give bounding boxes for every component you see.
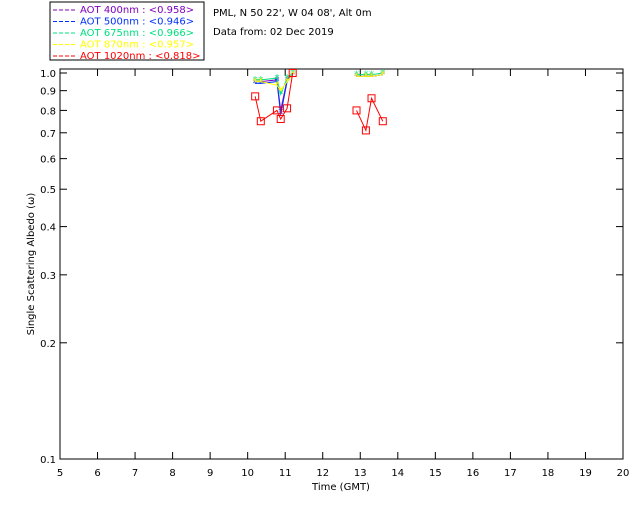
plot-frame — [59, 68, 624, 460]
legend-entry: AOT 1020nm : <0.818> — [80, 51, 200, 62]
data-point: * — [369, 71, 374, 82]
y-tick-label: 0.2 — [40, 339, 56, 350]
x-tick-label: 9 — [207, 468, 213, 479]
x-tick-label: 10 — [241, 468, 254, 479]
y-tick-label: 0.7 — [40, 129, 56, 140]
x-tick-label: 18 — [542, 468, 555, 479]
y-tick-label: 1.0 — [40, 69, 56, 80]
data-point: * — [278, 86, 283, 97]
x-tick-label: 6 — [94, 468, 100, 479]
y-tick-label: 0.5 — [40, 185, 56, 196]
legend-entry: AOT 500nm : <0.946> — [80, 17, 194, 28]
y-axis-label: Single Scattering Albedo (ω) — [26, 193, 37, 336]
y-tick-label: 0.8 — [40, 106, 56, 117]
chart: AOT 400nm : <0.958> AOT 500nm : <0.946> AO… — [0, 0, 640, 512]
x-tick-label: 15 — [429, 468, 442, 479]
legend-entry: AOT 675nm : <0.966> — [80, 28, 194, 39]
date-label: Data from: 02 Dec 2019 — [213, 27, 334, 38]
site-label: PML, N 50 22', W 04 08', Alt 0m — [213, 8, 372, 19]
y-tick-label: 0.3 — [40, 271, 56, 282]
data-point: * — [285, 77, 290, 88]
data-point: * — [253, 77, 258, 88]
y-tick-label: 0.9 — [40, 87, 56, 98]
x-tick-label: 17 — [504, 468, 517, 479]
data-point: * — [380, 70, 385, 81]
data-point: * — [363, 71, 368, 82]
data-point: * — [354, 71, 359, 82]
x-tick-label: 14 — [391, 468, 404, 479]
legend-entry: AOT 870nm : <0.957> — [80, 40, 194, 51]
x-tick-label: 7 — [132, 468, 138, 479]
y-tick-label: 0.4 — [40, 223, 56, 234]
legend-entry: AOT 400nm : <0.958> — [80, 5, 194, 16]
x-tick-label: 20 — [617, 468, 630, 479]
x-tick-label: 12 — [316, 468, 329, 479]
x-tick-label: 19 — [579, 468, 592, 479]
y-tick-label: 0.6 — [40, 155, 56, 166]
data-point: * — [258, 77, 263, 88]
chart-svg: AOT 400nm : <0.958>AOT 500nm : <0.946>AO… — [26, 1, 630, 493]
x-tick-label: 8 — [169, 468, 175, 479]
x-tick-label: 13 — [354, 468, 367, 479]
x-tick-label: 5 — [57, 468, 63, 479]
y-tick-label: 0.1 — [40, 455, 56, 466]
x-axis-label: Time (GMT) — [311, 482, 370, 493]
x-tick-label: 16 — [466, 468, 479, 479]
x-tick-label: 11 — [279, 468, 292, 479]
